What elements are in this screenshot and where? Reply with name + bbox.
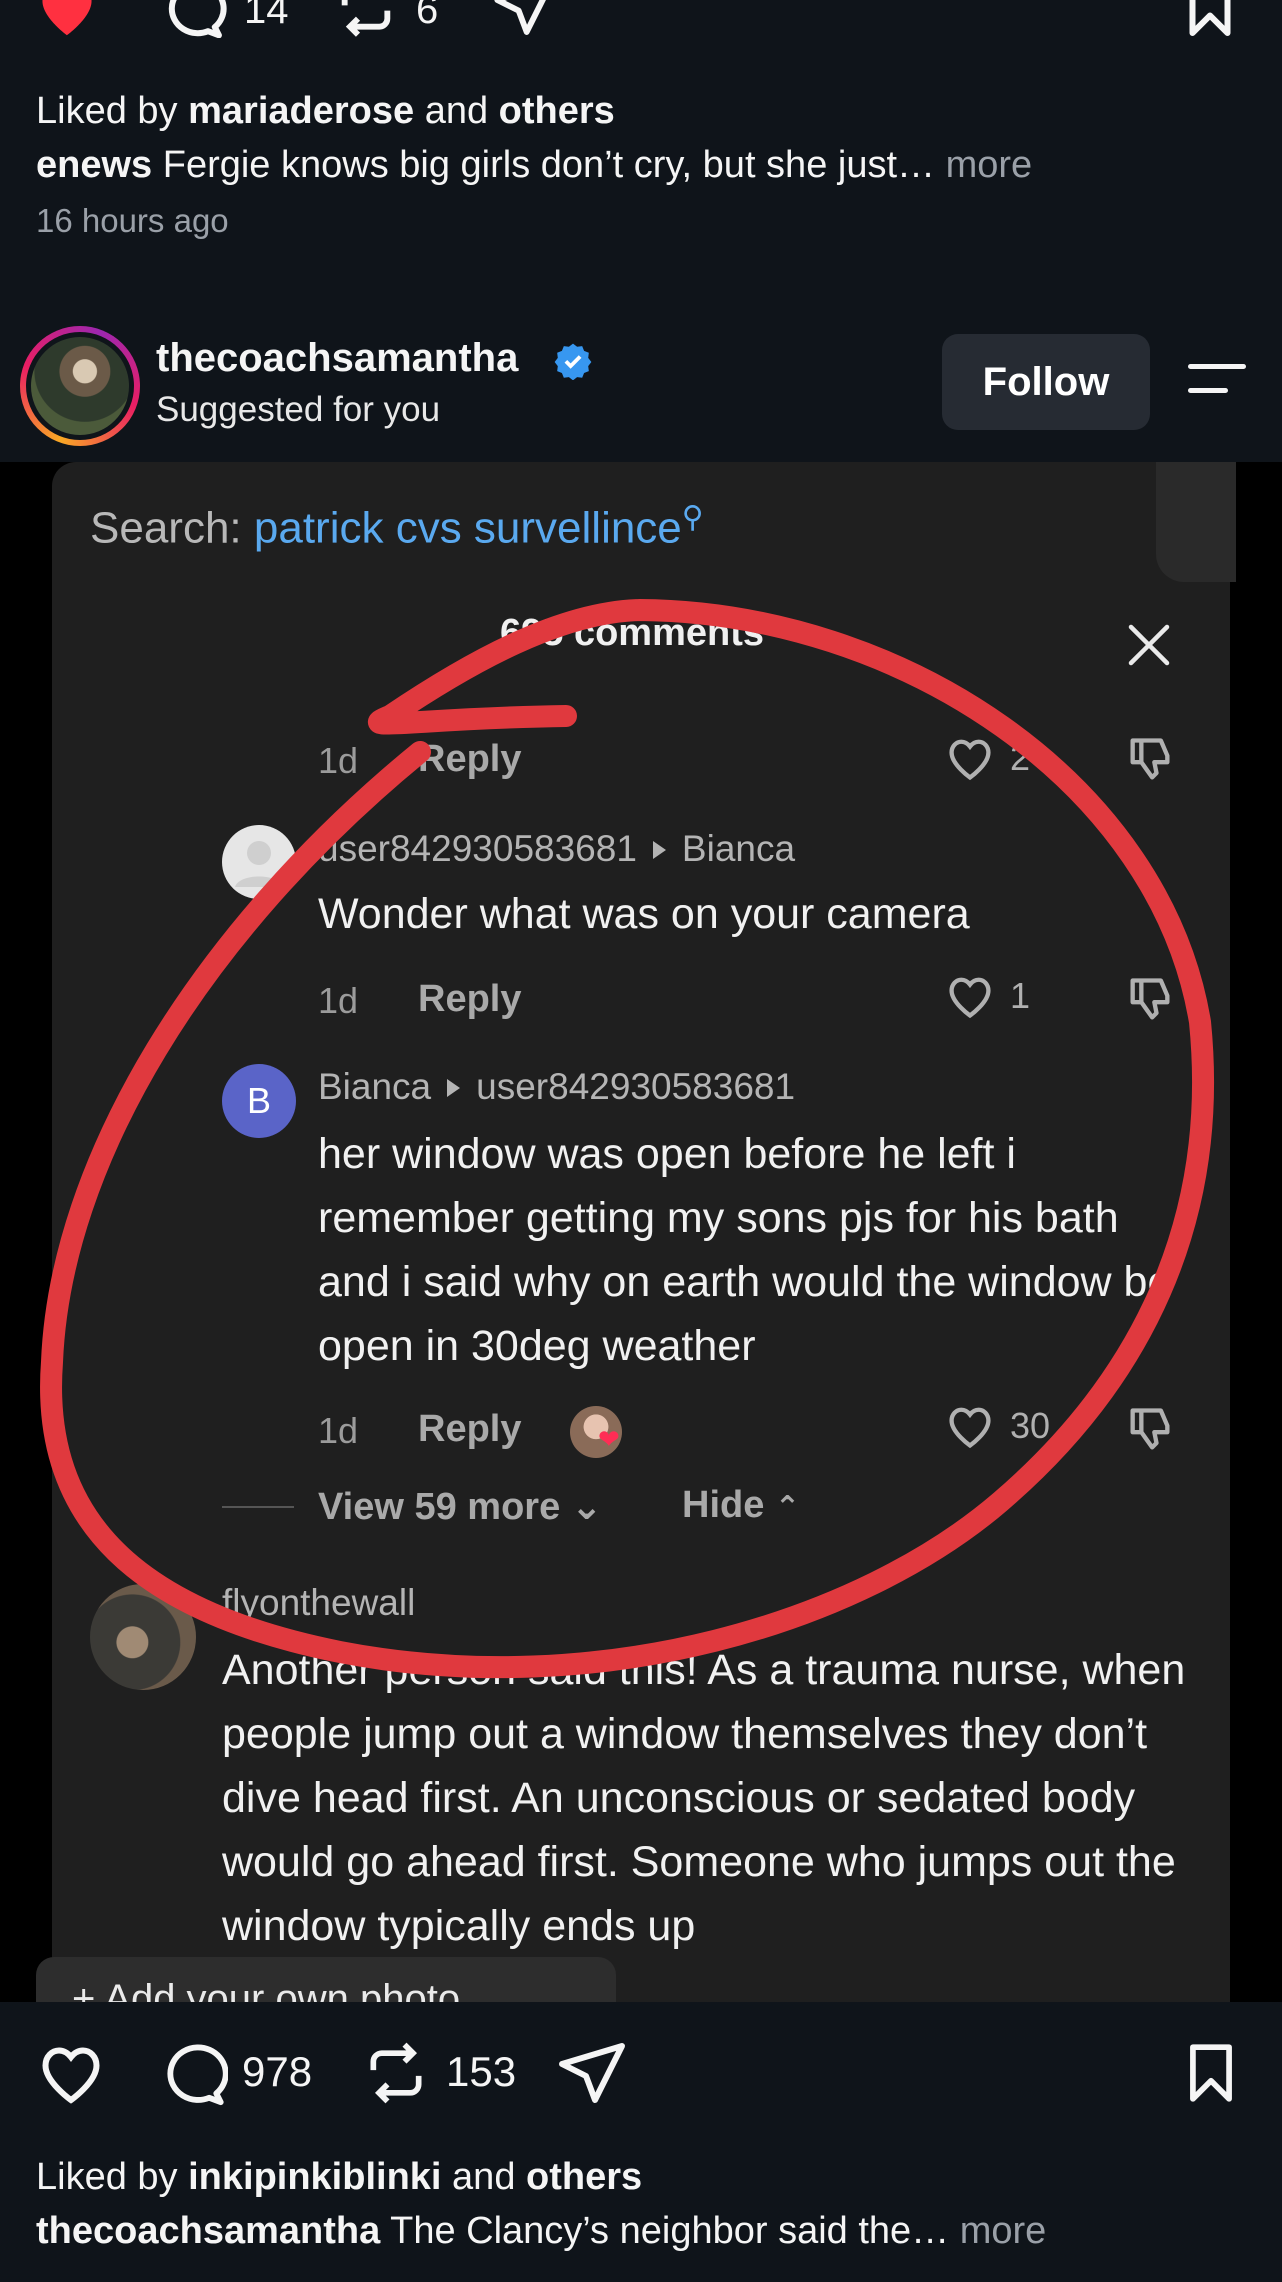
post-actions: 978 153	[0, 2040, 1282, 2120]
comments-count: 695 comments	[500, 612, 765, 654]
prev-post-actions: 14 6	[0, 0, 1282, 50]
chevron-down-icon: ⌄	[570, 1486, 603, 1528]
comment-username: user842930583681 Bianca	[318, 828, 796, 869]
comment-username: Bianca user842930583681	[318, 1066, 796, 1107]
prev-post-meta: Liked by mariaderose and others enews Fe…	[36, 84, 1256, 240]
bookmark-icon[interactable]	[1180, 2040, 1242, 2106]
view-more-replies: View 59 more ⌄	[318, 1486, 603, 1528]
search-suggestion: Search: patrick cvs survellince⚲	[90, 501, 704, 553]
comment-like: 2	[944, 734, 1030, 782]
dislike-icon	[1130, 1408, 1170, 1450]
share-icon[interactable]	[556, 2040, 628, 2106]
add-photo-button: + Add your own photo	[36, 1957, 616, 2002]
repost-count: 153	[446, 2048, 517, 2095]
verified-badge-icon	[554, 343, 592, 380]
scroll-handle	[1156, 462, 1236, 582]
like-count: 978	[242, 2048, 313, 2095]
repost-icon[interactable]	[362, 2040, 430, 2106]
post-media[interactable]: Search: patrick cvs survellince⚲ 695 com…	[0, 462, 1282, 2002]
post-username[interactable]: thecoachsamantha	[156, 336, 518, 381]
suggested-label: Suggested for you	[156, 390, 441, 429]
post-meta: Liked by inkipinkiblinki and others thec…	[36, 2150, 1256, 2258]
heart-outline-icon	[949, 739, 991, 781]
heart-filled-icon[interactable]	[32, 0, 102, 38]
prev-more-link[interactable]: more	[946, 144, 1033, 186]
caption: thecoachsamantha The Clancy’s neighbor s…	[36, 2210, 1047, 2252]
prev-post-time: 16 hours ago	[36, 202, 229, 239]
comment-like: 1	[944, 972, 1030, 1020]
comment-text: Wonder what was on your camera	[318, 890, 970, 938]
prev-comment-count: 14	[244, 0, 289, 32]
follow-button[interactable]: Follow	[942, 334, 1150, 430]
share-icon[interactable]	[492, 0, 556, 38]
prev-caption-user[interactable]: enews	[36, 144, 152, 186]
liked-by-user[interactable]: inkipinkiblinki	[188, 2156, 441, 2198]
comment-like: 30	[944, 1402, 1050, 1450]
comment-time: 1d	[318, 980, 359, 1021]
close-icon	[1128, 624, 1170, 666]
comment-text: Another person said this! As a trauma nu…	[222, 1646, 1186, 1950]
comment-time: 1d	[318, 1410, 359, 1451]
comment-icon[interactable]	[158, 2040, 228, 2106]
post-header: thecoachsamantha Suggested for you Follo…	[0, 322, 1282, 462]
search-icon: ⚲	[681, 501, 704, 534]
chevron-up-icon: ⌃	[774, 1491, 801, 1524]
dislike-icon	[1130, 978, 1170, 1020]
reply-button: Reply	[418, 1408, 522, 1450]
comment-time: 1d	[318, 740, 359, 781]
prev-liked-by-others[interactable]: others	[499, 90, 615, 132]
prev-repost-count: 6	[416, 0, 439, 32]
bookmark-icon[interactable]	[1180, 0, 1240, 38]
comment-avatar	[222, 825, 296, 899]
story-ring-avatar[interactable]	[20, 326, 140, 446]
creator-heart-icon: ❤	[598, 1424, 620, 1454]
reply-button: Reply	[418, 738, 522, 780]
heart-outline-icon	[949, 1407, 991, 1449]
dislike-icon	[1130, 738, 1170, 780]
avatar	[31, 337, 129, 435]
comment-avatar: B	[222, 1064, 296, 1138]
liked-by-others[interactable]: others	[526, 2156, 642, 2198]
heart-outline-icon	[949, 977, 991, 1019]
caption-user[interactable]: thecoachsamantha	[36, 2210, 380, 2252]
more-options-icon[interactable]	[1186, 358, 1248, 398]
hide-replies: Hide ⌃	[682, 1484, 801, 1526]
comment-avatar	[90, 1584, 196, 1690]
sort-icon	[790, 630, 826, 642]
heart-outline-icon[interactable]	[34, 2040, 108, 2106]
search-query: patrick cvs survellince	[253, 503, 682, 553]
liked-by: Liked by inkipinkiblinki and others	[36, 2156, 643, 2198]
prev-liked-by: Liked by mariaderose and others	[36, 90, 615, 132]
repost-icon[interactable]	[334, 0, 398, 38]
comment-text: her window was open before he left i rem…	[318, 1130, 1172, 1370]
prev-caption: enews Fergie knows big girls don’t cry, …	[36, 144, 1033, 186]
comment-username: flyonthewall	[222, 1582, 416, 1623]
prev-liked-by-user[interactable]: mariaderose	[188, 90, 414, 132]
comment-icon[interactable]	[158, 0, 228, 38]
reply-button: Reply	[418, 978, 522, 1020]
more-link[interactable]: more	[960, 2210, 1047, 2252]
thread-divider	[222, 1506, 294, 1508]
